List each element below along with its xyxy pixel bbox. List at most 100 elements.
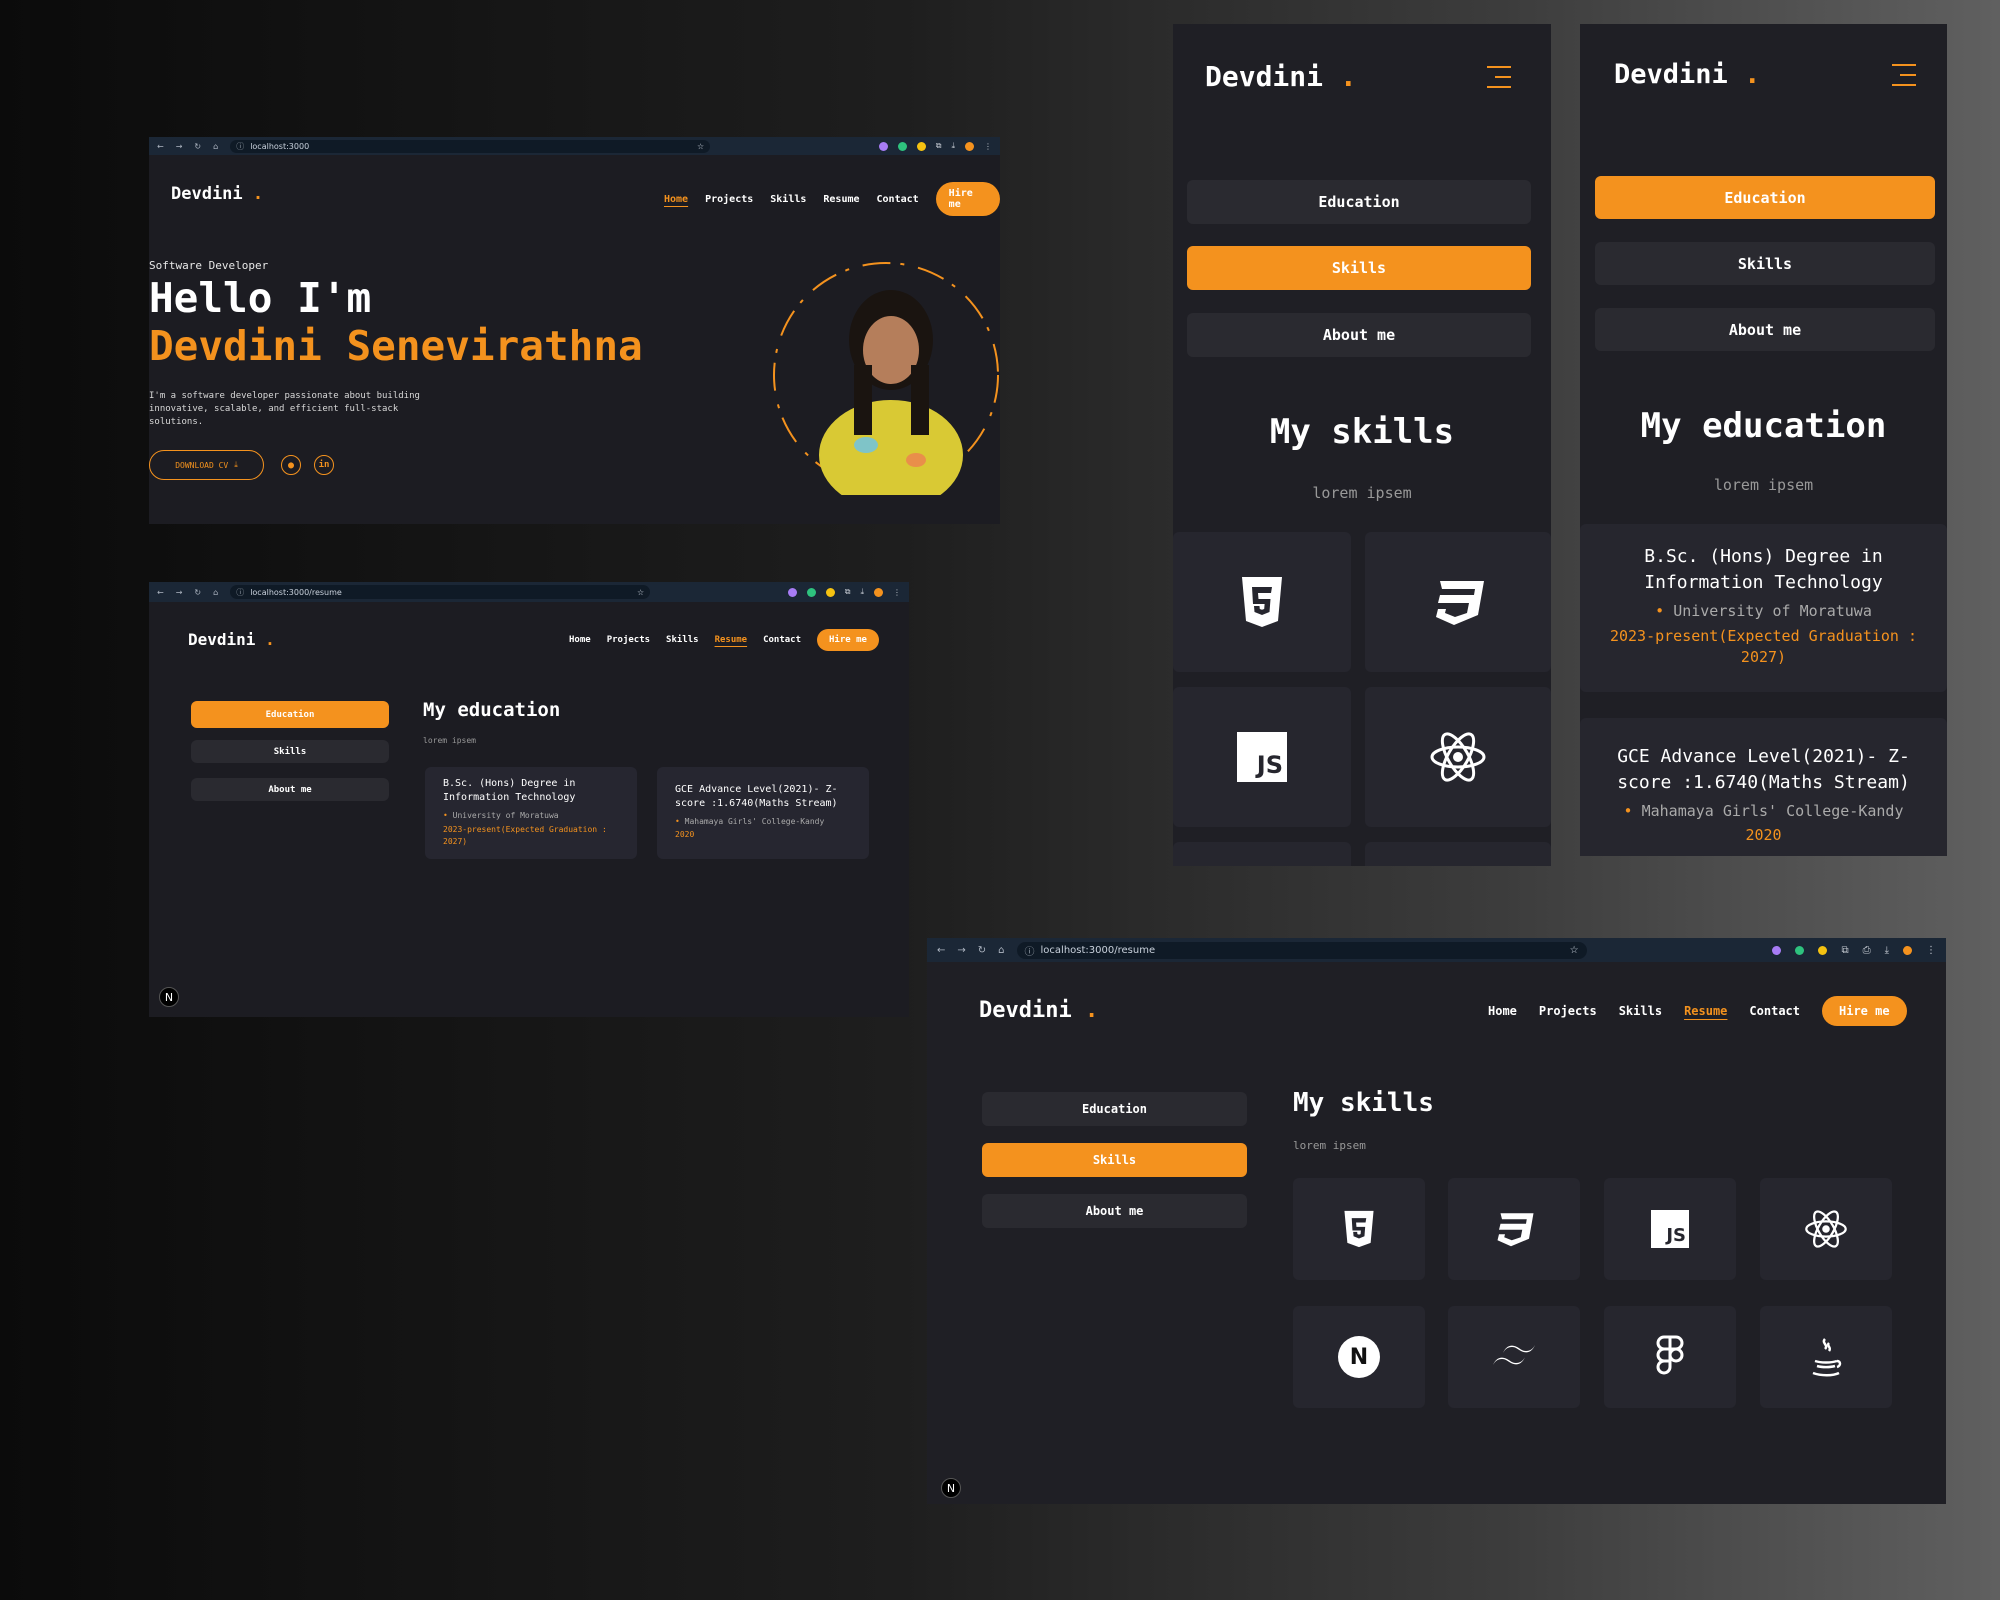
logo[interactable]: Devdini . — [171, 184, 263, 204]
menu-icon[interactable]: ⋮ — [893, 588, 901, 597]
download-icon[interactable]: ⤓ — [860, 587, 864, 597]
profile-avatar[interactable] — [1903, 945, 1912, 955]
hire-me-button[interactable]: Hire me — [1822, 996, 1907, 1026]
address-bar[interactable]: ⓘ localhost:3000/resume ☆ — [230, 585, 651, 599]
extension-icon[interactable] — [806, 587, 816, 597]
nav-resume[interactable]: Resume — [715, 635, 748, 645]
nav-skills[interactable]: Skills — [666, 635, 699, 645]
hire-me-button[interactable]: Hire me — [935, 182, 1000, 216]
nav-home[interactable]: Home — [664, 194, 688, 205]
resume-skills-screenshot: ← → ↻ ⌂ ⓘ localhost:3000/resume ☆ ⧉ ⎙ ⤓ … — [927, 938, 1946, 1504]
degree-title: B.Sc. (Hons) Degree in Information Techn… — [1644, 546, 1883, 593]
tab-education[interactable]: Education — [191, 701, 389, 728]
tab-about[interactable]: About me — [982, 1194, 1247, 1228]
hamburger-menu-icon[interactable] — [1487, 66, 1511, 88]
extension-icon[interactable] — [787, 587, 797, 597]
nav-contact[interactable]: Contact — [877, 194, 919, 205]
nav-home[interactable]: Home — [569, 635, 591, 645]
nextjs-dev-badge[interactable]: N — [941, 1478, 961, 1498]
forward-icon[interactable]: → — [176, 588, 183, 597]
period: 2020 — [1745, 826, 1782, 844]
tab-about[interactable]: About me — [1187, 313, 1531, 357]
address-bar[interactable]: ⓘ localhost:3000/resume ☆ — [1016, 941, 1587, 959]
home-icon[interactable]: ⌂ — [213, 588, 218, 597]
skill-tile: JS — [1604, 1178, 1736, 1280]
tab-skills[interactable]: Skills — [982, 1143, 1247, 1177]
download-icon[interactable]: ⤓ — [951, 141, 955, 151]
nextjs-dev-badge[interactable]: N — [159, 987, 179, 1007]
nav-projects[interactable]: Projects — [705, 194, 753, 205]
home-icon[interactable]: ⌂ — [213, 142, 218, 151]
puzzle-icon[interactable]: ⧉ — [936, 141, 942, 151]
tab-education[interactable]: Education — [1187, 180, 1531, 224]
nav-contact[interactable]: Contact — [1749, 1004, 1800, 1018]
tab-education[interactable]: Education — [1595, 176, 1935, 219]
nav-projects[interactable]: Projects — [607, 635, 650, 645]
tab-about[interactable]: About me — [191, 778, 389, 801]
nav-resume[interactable]: Resume — [823, 194, 859, 205]
school-name: • University of Moratuwa — [1655, 602, 1872, 620]
hire-me-button[interactable]: Hire me — [817, 629, 879, 651]
menu-icon[interactable]: ⋮ — [984, 142, 992, 151]
back-icon[interactable]: ← — [157, 142, 164, 151]
menu-icon[interactable]: ⋮ — [1926, 945, 1936, 956]
nav-resume[interactable]: Resume — [1684, 1004, 1727, 1018]
address-bar[interactable]: ⓘ localhost:3000 ☆ — [230, 139, 711, 153]
tab-about[interactable]: About me — [1595, 308, 1935, 351]
logo[interactable]: Devdini . — [1205, 60, 1357, 93]
url-text: localhost:3000/resume — [1040, 944, 1156, 956]
logo[interactable]: Devdini . — [1614, 59, 1760, 90]
tab-skills[interactable]: Skills — [1187, 246, 1531, 290]
extension-icon[interactable] — [916, 141, 926, 151]
forward-icon[interactable]: → — [957, 945, 965, 956]
github-button[interactable]: ● — [281, 455, 301, 475]
reload-icon[interactable]: ↻ — [194, 142, 201, 151]
bookmark-star-icon[interactable]: ☆ — [1570, 945, 1579, 956]
education-card: GCE Advance Level(2021)- Z-score :1.6740… — [1580, 718, 1947, 856]
tab-skills[interactable]: Skills — [1595, 242, 1935, 285]
skill-tile — [1365, 842, 1551, 866]
nav-skills[interactable]: Skills — [770, 194, 806, 205]
nav-skills[interactable]: Skills — [1619, 1004, 1662, 1018]
extension-icon[interactable] — [878, 141, 888, 151]
reload-icon[interactable]: ↻ — [978, 945, 986, 956]
hero-greeting: Hello I'm — [149, 274, 372, 322]
download-cv-button[interactable]: DOWNLOAD CV ⤓ — [149, 450, 264, 480]
school-name: • Mahamaya Girls' College-Kandy — [675, 817, 825, 826]
period: 2023-present(Expected Graduation : 2027) — [443, 825, 607, 846]
linkedin-button[interactable]: in — [314, 455, 334, 475]
section-title: My education — [1640, 406, 1887, 446]
nav-home[interactable]: Home — [1488, 1004, 1517, 1018]
profile-avatar[interactable] — [965, 141, 974, 151]
logo[interactable]: Devdini . — [188, 630, 275, 649]
skill-tile — [1760, 1178, 1892, 1280]
home-icon[interactable]: ⌂ — [998, 945, 1004, 956]
reload-icon[interactable]: ↻ — [194, 588, 201, 597]
logo[interactable]: Devdini . — [979, 998, 1098, 1023]
extension-icon[interactable] — [1795, 945, 1805, 955]
extension-icon[interactable] — [825, 587, 835, 597]
download-icon[interactable]: ⤓ — [1885, 945, 1889, 956]
profile-avatar[interactable] — [874, 587, 883, 597]
nav-projects[interactable]: Projects — [1539, 1004, 1597, 1018]
puzzle-icon[interactable]: ⧉ — [1841, 945, 1848, 956]
bookmark-star-icon[interactable]: ☆ — [697, 142, 704, 151]
section-title: My skills — [1269, 412, 1455, 452]
section-subtitle: lorem ipsem — [1293, 1139, 1366, 1152]
extension-icon[interactable] — [1772, 945, 1782, 955]
back-icon[interactable]: ← — [157, 588, 164, 597]
tab-skills[interactable]: Skills — [191, 740, 389, 763]
main-nav: Home Projects Skills Resume Contact Hire… — [1488, 996, 1907, 1026]
hamburger-menu-icon[interactable] — [1892, 64, 1916, 86]
school-name: • University of Moratuwa — [443, 811, 559, 820]
browser-toolbar: ← → ↻ ⌂ ⓘ localhost:3000 ☆ ⧉ ⤓ ⋮ — [149, 137, 1000, 155]
nav-contact[interactable]: Contact — [763, 635, 801, 645]
back-icon[interactable]: ← — [937, 945, 945, 956]
bookmark-star-icon[interactable]: ☆ — [637, 588, 644, 597]
extension-icon[interactable] — [897, 141, 907, 151]
puzzle-icon[interactable]: ⧉ — [845, 587, 851, 597]
tab-education[interactable]: Education — [982, 1092, 1247, 1126]
extension-icon[interactable] — [1818, 945, 1828, 955]
forward-icon[interactable]: → — [176, 142, 183, 151]
print-icon[interactable]: ⎙ — [1863, 945, 1871, 956]
